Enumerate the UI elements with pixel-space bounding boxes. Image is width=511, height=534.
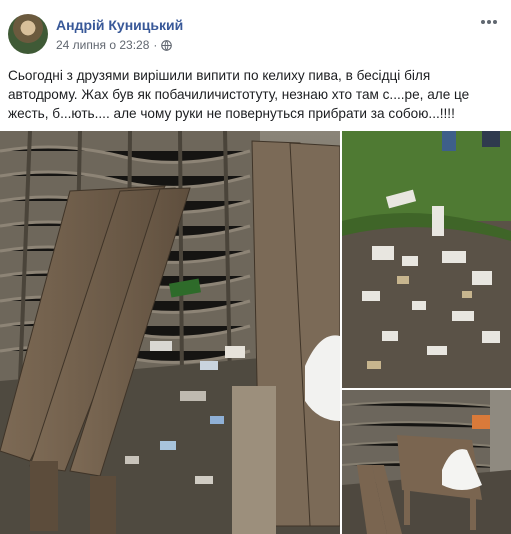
more-options-button[interactable] xyxy=(477,12,501,32)
facebook-post: Андрій Куницький 24 липня о 23:28 · Сьог… xyxy=(0,0,511,534)
avatar[interactable] xyxy=(8,14,48,54)
post-meta: 24 липня о 23:28 · xyxy=(56,38,173,52)
post-timestamp[interactable]: 24 липня о 23:28 xyxy=(56,38,149,52)
post-header: Андрій Куницький 24 липня о 23:28 · xyxy=(8,10,503,60)
author-name[interactable]: Андрій Куницький xyxy=(56,17,183,33)
photo-gazebo[interactable] xyxy=(342,390,511,534)
photo-grid xyxy=(0,131,511,534)
photo-main[interactable] xyxy=(0,131,340,534)
more-horizontal-icon xyxy=(481,20,497,24)
photo-litter-grass[interactable] xyxy=(342,131,511,388)
post-text: Сьогодні з друзями вирішили випити по ке… xyxy=(8,68,470,121)
meta-separator: · xyxy=(153,38,158,52)
globe-icon[interactable] xyxy=(161,39,173,51)
